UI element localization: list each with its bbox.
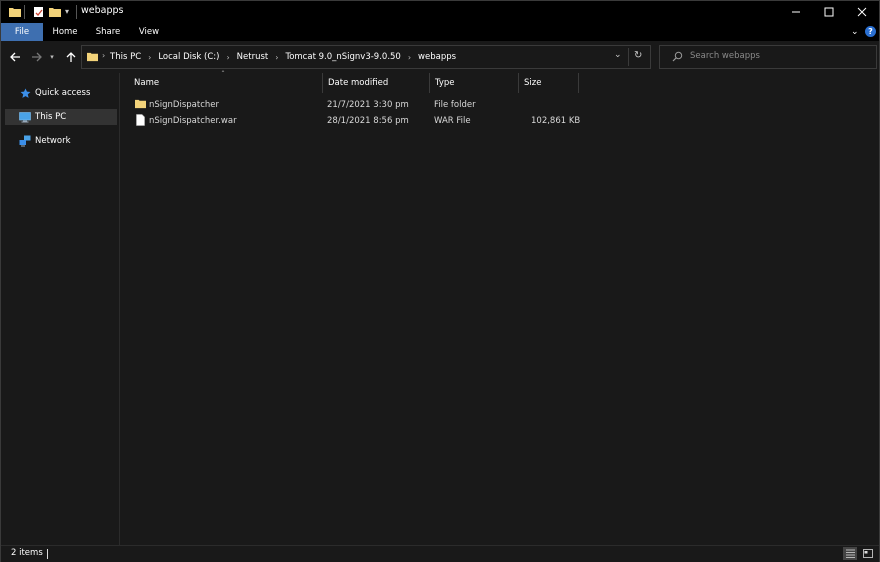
navigation-bar: ▾ › This PC › Local Disk (C:) › Netrust …	[1, 41, 879, 73]
breadcrumb: This PC › Local Disk (C:) › Netrust › To…	[110, 46, 456, 68]
tab-file[interactable]: File	[1, 23, 43, 41]
large-icons-view-button[interactable]	[861, 547, 875, 560]
folder-icon	[135, 98, 146, 114]
breadcrumb-this-pc[interactable]: This PC	[110, 52, 141, 62]
divider	[47, 549, 48, 559]
folder-icon	[9, 6, 21, 21]
customize-toolbar-icon[interactable]: ▾	[65, 7, 69, 16]
file-type: WAR File	[434, 116, 471, 126]
folder-icon	[87, 51, 98, 65]
navigation-pane: Quick access This PC Network	[1, 73, 120, 545]
tab-home[interactable]: Home	[45, 23, 85, 41]
chevron-right-icon[interactable]: ›	[275, 53, 278, 62]
nav-item-label: This PC	[35, 112, 67, 122]
forward-arrow-icon	[32, 52, 42, 62]
details-view-icon	[845, 549, 855, 558]
back-arrow-icon	[10, 52, 20, 62]
new-folder-icon[interactable]	[49, 6, 61, 21]
up-button[interactable]	[63, 49, 79, 65]
help-icon[interactable]: ?	[865, 26, 876, 37]
search-box[interactable]: Search webapps	[659, 45, 877, 69]
minimize-button[interactable]	[779, 1, 813, 23]
search-icon	[672, 51, 683, 65]
column-header-name[interactable]: Name	[123, 73, 323, 93]
file-date: 21/7/2021 3:30 pm	[327, 100, 409, 110]
explorer-window: ▾ webapps File Home Share View ⌄ ? ▾ › T…	[0, 0, 880, 562]
properties-icon[interactable]	[33, 6, 45, 21]
window-title: webapps	[81, 5, 124, 16]
maximize-icon	[824, 7, 834, 17]
forward-button[interactable]	[29, 49, 45, 65]
file-date: 28/1/2021 8:56 pm	[327, 116, 409, 126]
large-icons-view-icon	[863, 549, 873, 558]
column-header-size[interactable]: Size	[519, 73, 579, 93]
star-icon	[19, 87, 31, 99]
close-button[interactable]	[845, 1, 879, 23]
table-row[interactable]: nSignDispatcher.war 28/1/2021 8:56 pm WA…	[131, 113, 591, 129]
up-arrow-icon	[66, 52, 76, 62]
nav-item-this-pc[interactable]: This PC	[5, 109, 117, 125]
nav-item-network[interactable]: Network	[5, 133, 117, 149]
chevron-right-icon: ›	[102, 51, 106, 60]
maximize-button[interactable]	[812, 1, 846, 23]
chevron-right-icon[interactable]: ›	[226, 53, 229, 62]
nav-item-label: Network	[35, 136, 71, 146]
nav-item-quick-access[interactable]: Quick access	[5, 85, 117, 101]
column-header-date-modified[interactable]: Date modified	[323, 73, 430, 93]
breadcrumb-netrust[interactable]: Netrust	[237, 52, 269, 62]
divider	[76, 5, 77, 19]
chevron-right-icon[interactable]: ›	[148, 53, 151, 62]
search-input[interactable]: Search webapps	[690, 51, 760, 61]
address-dropdown-icon[interactable]: ⌄	[614, 50, 622, 60]
breadcrumb-local-disk[interactable]: Local Disk (C:)	[158, 52, 219, 62]
close-icon	[857, 7, 867, 17]
chevron-right-icon[interactable]: ›	[408, 53, 411, 62]
address-bar[interactable]: › This PC › Local Disk (C:) › Netrust › …	[81, 45, 651, 69]
tab-view[interactable]: View	[131, 23, 167, 41]
file-name: nSignDispatcher	[149, 100, 219, 110]
divider	[24, 5, 25, 19]
chevron-down-icon: ▾	[50, 53, 54, 61]
item-count: 2 items	[11, 548, 43, 558]
nav-item-label: Quick access	[35, 88, 91, 98]
title-bar: ▾ webapps	[1, 1, 879, 23]
table-row[interactable]: nSignDispatcher 21/7/2021 3:30 pm File f…	[131, 97, 591, 113]
file-name: nSignDispatcher.war	[149, 116, 237, 126]
breadcrumb-tomcat[interactable]: Tomcat 9.0_nSignv3-9.0.50	[285, 52, 400, 62]
file-list: ˆ Name Date modified Type Size nSignDisp…	[121, 70, 879, 545]
divider	[628, 48, 629, 66]
ribbon-tabs: File Home Share View ⌄ ?	[1, 23, 879, 41]
minimize-icon	[792, 11, 800, 13]
breadcrumb-webapps[interactable]: webapps	[418, 52, 456, 62]
file-type: File folder	[434, 100, 476, 110]
status-bar: 2 items	[1, 545, 879, 562]
back-button[interactable]	[7, 49, 23, 65]
file-icon	[136, 114, 145, 130]
refresh-icon[interactable]: ↻	[634, 50, 642, 61]
details-view-button[interactable]	[843, 547, 857, 560]
recent-locations-button[interactable]: ▾	[47, 49, 57, 65]
monitor-icon	[19, 111, 31, 123]
expand-ribbon-icon[interactable]: ⌄	[851, 27, 859, 37]
column-header-type[interactable]: Type	[430, 73, 519, 93]
tab-share[interactable]: Share	[89, 23, 127, 41]
network-icon	[19, 135, 31, 147]
file-size: 102,861 KB	[531, 116, 581, 126]
